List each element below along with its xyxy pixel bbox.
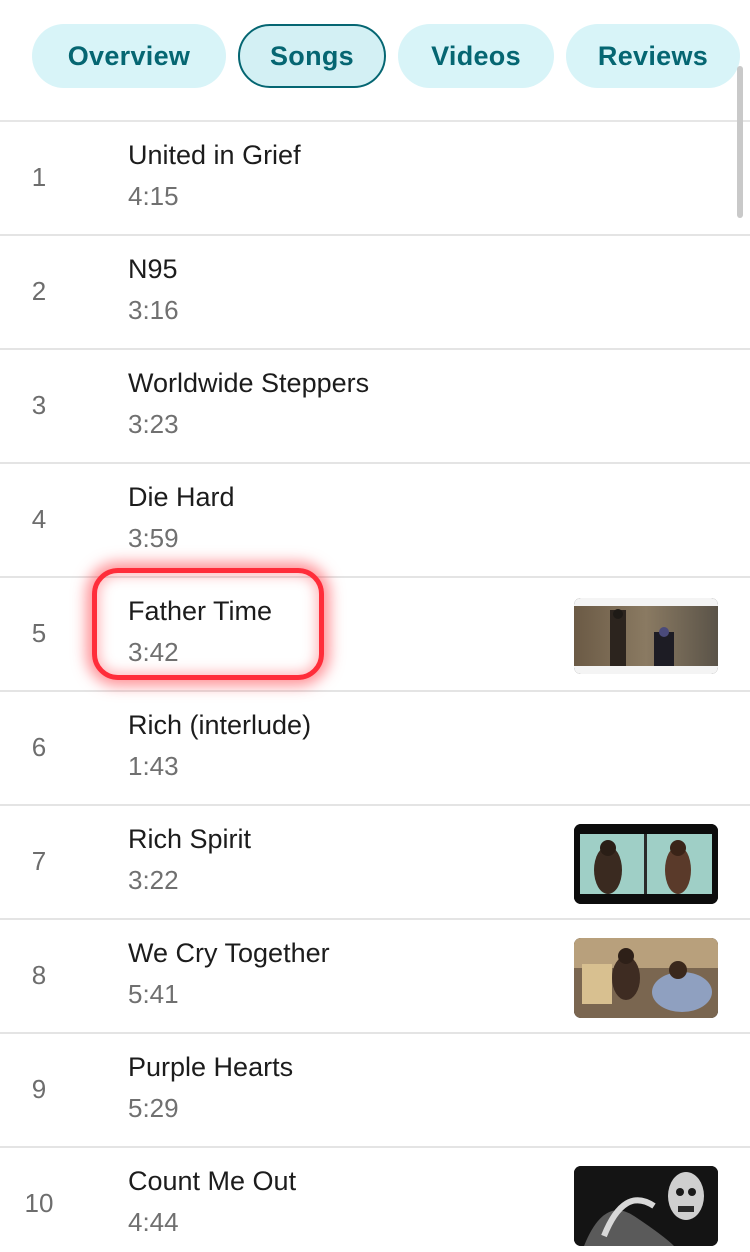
track-number: 3 [31, 390, 47, 420]
song-title: Worldwide Steppers [128, 368, 370, 398]
video-thumbnail-image [574, 598, 718, 674]
song-duration: 4:15 [128, 181, 179, 211]
song-row[interactable]: 10 Count Me Out 4:44 [0, 1148, 750, 1252]
tab-songs[interactable]: Songs [238, 24, 386, 88]
track-number: 4 [31, 504, 47, 534]
song-row[interactable]: 8 We Cry Together 5:41 [0, 920, 750, 1034]
video-thumbnail[interactable] [574, 938, 718, 1018]
track-number: 5 [31, 618, 47, 648]
song-row[interactable]: 4 Die Hard 3:59 [0, 464, 750, 578]
song-row[interactable]: 9 Purple Hearts 5:29 [0, 1034, 750, 1148]
tab-videos[interactable]: Videos [398, 24, 554, 88]
songs-page: Overview Songs Videos Reviews 1 United i… [0, 0, 750, 1252]
song-row[interactable]: 3 Worldwide Steppers 3:23 [0, 350, 750, 464]
track-number: 9 [31, 1074, 47, 1104]
song-duration: 5:29 [128, 1093, 179, 1123]
song-title: United in Grief [128, 140, 301, 170]
track-number: 7 [31, 846, 47, 876]
song-duration: 4:44 [128, 1207, 179, 1237]
song-duration: 3:16 [128, 295, 179, 325]
track-number: 6 [31, 732, 47, 762]
song-title: We Cry Together [128, 938, 330, 968]
song-duration: 5:41 [128, 979, 179, 1009]
song-duration: 1:43 [128, 751, 179, 781]
song-row[interactable]: 5 Father Time 3:42 [0, 568, 750, 692]
song-row[interactable]: 7 Rich Spirit 3:22 [0, 806, 750, 920]
video-thumbnail[interactable] [574, 598, 718, 674]
track-number: 2 [31, 276, 47, 306]
song-title: Rich (interlude) [128, 710, 312, 740]
song-title: Father Time [128, 596, 273, 626]
track-number: 8 [31, 960, 47, 990]
tab-bar: Overview Songs Videos Reviews [0, 0, 750, 120]
track-number: 1 [31, 162, 47, 192]
video-thumbnail-image [574, 824, 718, 904]
song-title: Die Hard [128, 482, 235, 512]
song-row[interactable]: 6 Rich (interlude) 1:43 [0, 692, 750, 806]
tab-reviews[interactable]: Reviews [566, 24, 740, 88]
song-duration: 3:23 [128, 409, 179, 439]
song-duration: 3:42 [128, 637, 179, 667]
song-list: 1 United in Grief 4:15 2 N95 3:16 3 Worl… [0, 122, 750, 1252]
video-thumbnail-image [574, 1166, 718, 1246]
video-thumbnail[interactable] [574, 824, 718, 904]
track-number: 10 [24, 1188, 54, 1218]
video-thumbnail-image [574, 938, 718, 1018]
song-title: Count Me Out [128, 1166, 297, 1196]
song-row[interactable]: 2 N95 3:16 [0, 236, 750, 350]
song-title: N95 [128, 254, 178, 284]
song-title: Purple Hearts [128, 1052, 294, 1082]
tab-overview[interactable]: Overview [32, 24, 226, 88]
song-duration: 3:22 [128, 865, 179, 895]
song-duration: 3:59 [128, 523, 179, 553]
video-thumbnail[interactable] [574, 1166, 718, 1246]
song-title: Rich Spirit [128, 824, 252, 854]
song-row[interactable]: 1 United in Grief 4:15 [0, 122, 750, 236]
